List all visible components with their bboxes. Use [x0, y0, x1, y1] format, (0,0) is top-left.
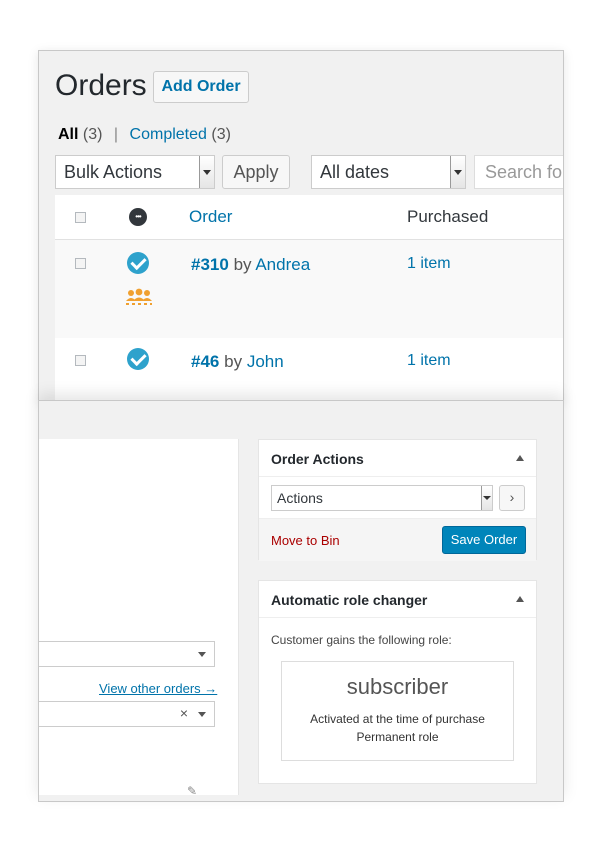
column-order[interactable]: Order — [189, 207, 232, 227]
filter-all[interactable]: All — [58, 126, 78, 143]
group-icon — [126, 288, 152, 305]
order-details-box: View other orders → × ✎ — [39, 439, 239, 798]
pencil-icon[interactable]: ✎ — [187, 784, 197, 798]
order-link[interactable]: #310 by Andrea — [191, 255, 310, 275]
order-actions-header[interactable]: Order Actions — [259, 440, 536, 477]
collapse-icon[interactable] — [516, 455, 524, 461]
table-row: #310 by Andrea 1 item — [55, 240, 563, 338]
apply-button[interactable]: Apply — [222, 155, 290, 189]
chevron-down-icon — [199, 156, 214, 188]
table-header: Order Purchased — [55, 195, 563, 240]
completed-check-icon — [127, 348, 149, 370]
order-number[interactable]: #46 — [191, 352, 219, 371]
filter-completed-count: (3) — [211, 126, 231, 143]
order-actions-select[interactable]: Actions — [271, 485, 493, 511]
row-checkbox[interactable] — [75, 355, 86, 366]
add-order-button[interactable]: Add Order — [153, 71, 249, 103]
order-actions-value: Actions — [277, 490, 323, 506]
purchased-items[interactable]: 1 item — [407, 352, 451, 370]
order-by: by — [233, 255, 252, 274]
role-duration-text: Permanent role — [356, 730, 439, 744]
purchased-items[interactable]: 1 item — [407, 255, 451, 273]
collapse-icon[interactable] — [516, 596, 524, 602]
role-activation-text: Activated at the time of purchase — [310, 712, 485, 726]
move-to-bin-link[interactable]: Move to Bin — [271, 533, 340, 548]
date-filter-select[interactable]: All dates — [311, 155, 466, 189]
role-changer-header[interactable]: Automatic role changer — [259, 581, 536, 618]
orders-table: Order Purchased #310 by A — [55, 195, 563, 401]
order-actions-box: Order Actions Actions › Move to Bin Save… — [258, 439, 537, 561]
completed-check-icon — [127, 252, 149, 274]
edit-order-panel: View other orders → × ✎ Order Actions Ac… — [38, 400, 564, 802]
date-filter-value: All dates — [320, 162, 390, 182]
table-row: #46 by John 1 item — [55, 338, 563, 401]
view-other-orders-link[interactable]: View other orders → — [99, 681, 217, 696]
customer-name[interactable]: Andrea — [255, 255, 310, 274]
customer-select[interactable]: × — [39, 701, 215, 727]
filter-all-count: (3) — [82, 126, 103, 143]
apply-action-button[interactable]: › — [499, 485, 525, 511]
role-name: subscriber — [346, 674, 449, 699]
save-order-button[interactable]: Save Order — [442, 526, 526, 554]
chevron-right-icon: › — [509, 489, 515, 505]
order-link[interactable]: #46 by John — [191, 352, 284, 372]
filter-completed[interactable]: Completed — [130, 126, 207, 143]
role-label: Customer gains the following role: — [271, 633, 452, 647]
order-status-select[interactable] — [39, 641, 215, 667]
orders-list-panel: Orders Add Order All (3) | Completed (3)… — [38, 50, 564, 402]
order-by: by — [224, 352, 243, 371]
chevron-down-icon — [450, 156, 465, 188]
column-purchased: Purchased — [407, 207, 489, 226]
role-card: subscriber Activated at the time of purc… — [281, 661, 514, 761]
order-number[interactable]: #310 — [191, 255, 229, 274]
chevron-down-icon — [198, 712, 206, 717]
page-title: Orders — [55, 69, 147, 102]
select-all-checkbox[interactable] — [75, 212, 86, 223]
chevron-down-icon — [198, 652, 206, 657]
order-actions-title: Order Actions — [271, 451, 364, 467]
bulk-actions-value: Bulk Actions — [64, 162, 163, 182]
customer-name[interactable]: John — [247, 352, 284, 371]
order-actions-footer: Move to Bin Save Order — [259, 518, 536, 561]
search-input[interactable]: Search fo — [474, 155, 563, 189]
bulk-actions-select[interactable]: Bulk Actions — [55, 155, 215, 189]
chevron-down-icon — [481, 486, 492, 510]
row-checkbox[interactable] — [75, 258, 86, 269]
role-changer-title: Automatic role changer — [271, 592, 428, 608]
clear-icon[interactable]: × — [180, 705, 188, 721]
role-changer-box: Automatic role changer Customer gains th… — [258, 580, 537, 784]
status-filters: All (3) | Completed (3) — [58, 126, 231, 144]
status-column-icon — [129, 208, 147, 226]
filter-separator: | — [113, 126, 119, 143]
